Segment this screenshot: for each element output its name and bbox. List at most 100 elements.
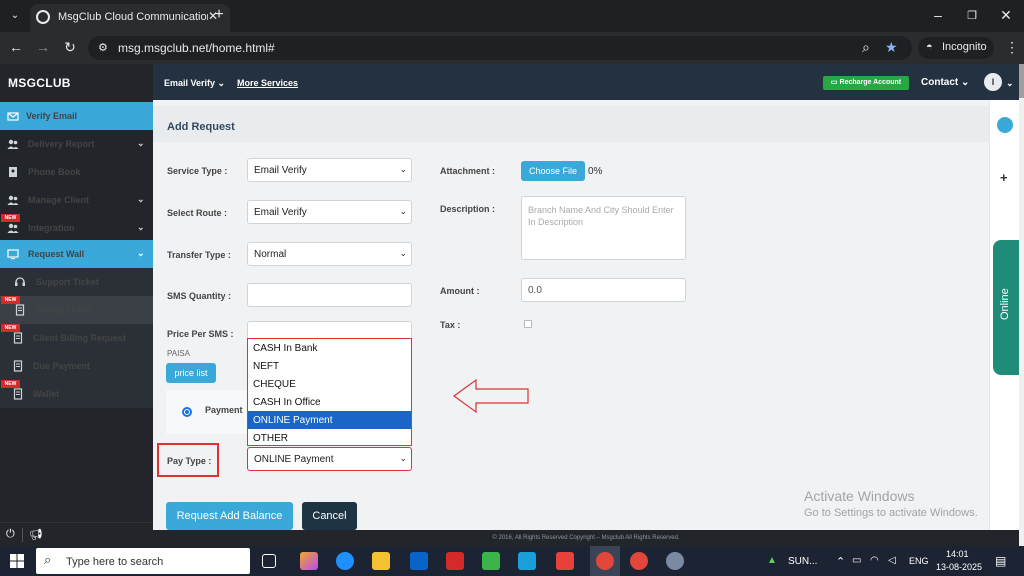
bookmark-star-icon[interactable]: ★ [885, 39, 898, 56]
megaphone-icon[interactable]: 📢︎ [29, 528, 43, 541]
sidebar-item-support-ticket[interactable]: Support Ticket [0, 268, 153, 296]
restore-icon[interactable]: ❐ [964, 9, 980, 23]
select-route-value: Email Verify [254, 207, 307, 218]
scrollbar-thumb[interactable] [1019, 64, 1024, 98]
online-chat-tab[interactable]: Online [993, 240, 1019, 375]
sidebar-item-label: Client Billing Request [33, 333, 127, 343]
choose-file-button[interactable]: Choose File [521, 161, 585, 181]
pay-type-option-selected[interactable]: ONLINE Payment [248, 411, 411, 429]
chevron-down-icon[interactable]: ⌄ [1006, 78, 1014, 89]
select-route-label: Select Route : [167, 208, 228, 218]
envelope-icon [7, 112, 19, 121]
browser-tab[interactable]: MsgClub Cloud Communication ✕ [30, 4, 230, 32]
recharge-account-button[interactable]: ▭ Recharge Account [823, 76, 909, 90]
select-route-select[interactable]: Email Verify ⌄ [247, 200, 412, 224]
amount-value: 0.0 [528, 285, 542, 296]
new-badge: NEW [1, 380, 20, 388]
app-icon[interactable] [518, 552, 536, 570]
back-icon[interactable]: ← [8, 40, 24, 54]
zoom-icon[interactable]: ⌕ [862, 39, 870, 56]
notifications-icon[interactable]: ▤ [995, 554, 1006, 568]
sidebar-item-due-payment[interactable]: Due Payment [0, 352, 153, 380]
amount-label: Amount : [440, 286, 480, 296]
avatar[interactable]: I [984, 73, 1002, 91]
sidebar-item-integration[interactable]: NEW Integration ⌄ [0, 214, 153, 242]
service-type-select[interactable]: Email Verify ⌄ [247, 158, 412, 182]
chrome-icon[interactable] [596, 552, 614, 570]
sms-quantity-input[interactable] [247, 283, 412, 307]
sidebar-item-wallet[interactable]: NEW Wallet [0, 380, 153, 408]
chevron-up-icon[interactable]: ⌃ [836, 555, 845, 568]
pay-type-option[interactable]: NEFT [248, 357, 411, 375]
file-explorer-icon[interactable] [372, 552, 390, 570]
payment-radio[interactable] [182, 407, 192, 417]
clock-date[interactable]: 13-08-2025 [936, 562, 982, 572]
sidebar-item-label: Billing Ticket [36, 305, 92, 315]
taskbar-search[interactable]: ⌕ Type here to search [36, 548, 250, 574]
minimize-icon[interactable]: – [930, 8, 946, 22]
nav-contact[interactable]: Contact ⌄ [921, 77, 969, 88]
nav-email-verify[interactable]: Email Verify ⌄ [164, 78, 225, 89]
amount-input[interactable]: 0.0 [521, 278, 686, 302]
calendar-icon[interactable] [997, 117, 1013, 133]
taskbar-search-placeholder: Type here to search [66, 556, 164, 568]
pay-type-option[interactable]: CASH In Office [248, 393, 411, 411]
wifi-icon[interactable]: ◠ [870, 555, 879, 566]
browser-menu-icon[interactable]: ⋮ [1004, 40, 1020, 54]
copilot-icon[interactable] [300, 552, 318, 570]
chrome-icon[interactable] [630, 552, 648, 570]
address-bar[interactable]: ⚙ msg.msgclub.net/home.html# ⌕ ★ [88, 36, 912, 60]
brand-logo: MSGCLUB [8, 76, 71, 90]
weather-label[interactable]: SUN... [788, 556, 817, 567]
app-icon[interactable] [666, 552, 684, 570]
transfer-type-select[interactable]: Normal ⌄ [247, 242, 412, 266]
windows-start-icon[interactable] [10, 554, 24, 568]
notes-icon[interactable] [482, 552, 500, 570]
site-info-icon[interactable]: ⚙ [98, 41, 108, 54]
anydesk-icon[interactable] [556, 552, 574, 570]
tax-checkbox[interactable] [524, 320, 532, 328]
task-view-icon[interactable] [262, 554, 276, 568]
pay-type-select[interactable]: ONLINE Payment ⌄ [247, 447, 412, 471]
plus-icon[interactable]: + [1000, 170, 1008, 185]
edge-icon[interactable] [336, 552, 354, 570]
pay-type-option[interactable]: CHEQUE [248, 375, 411, 393]
tab-search-icon[interactable]: ⌄ [7, 9, 23, 23]
request-add-balance-button[interactable]: Request Add Balance [166, 502, 293, 530]
cancel-button[interactable]: Cancel [302, 502, 357, 530]
network-icon[interactable]: ▭ [852, 555, 861, 566]
incognito-indicator[interactable]: ◓ Incognito [918, 37, 994, 59]
description-textarea[interactable]: Branch Name And City Should Enter In Des… [521, 196, 686, 260]
pay-type-option[interactable]: CASH In Bank [248, 339, 411, 357]
option-label: CASH In Office [253, 397, 321, 408]
sidebar-item-billing-ticket[interactable]: NEW Billing Ticket [0, 296, 153, 324]
language-indicator[interactable]: ENG [909, 556, 929, 566]
power-icon[interactable]: ⏻ [6, 528, 15, 541]
nav-more-services[interactable]: More Services [237, 78, 298, 88]
option-label: NEFT [253, 361, 280, 372]
pay-type-option[interactable]: OTHER [248, 429, 411, 447]
outlook-icon[interactable] [410, 552, 428, 570]
wps-icon[interactable] [446, 552, 464, 570]
sidebar-item-manage-client[interactable]: Manage Client ⌄ [0, 186, 153, 214]
sidebar-item-phone-book[interactable]: Phone Book [0, 158, 153, 186]
sidebar-item-client-billing-request[interactable]: NEW Client Billing Request [0, 324, 153, 352]
clock-time[interactable]: 14:01 [946, 549, 969, 559]
sms-quantity-label: SMS Quantity : [167, 291, 232, 301]
sidebar-item-verify-email[interactable]: Verify Email [0, 102, 153, 130]
new-tab-icon[interactable]: + [211, 7, 227, 23]
windows-taskbar: ⌕ Type here to search ▲ SUN... ⌃ ▭ ◠ ◁ E… [0, 546, 1024, 576]
option-label: OTHER [253, 433, 288, 444]
service-type-label: Service Type : [167, 166, 228, 176]
volume-icon[interactable]: ◁ [888, 555, 896, 566]
forward-icon[interactable]: → [35, 40, 51, 54]
reload-icon[interactable]: ↻ [62, 40, 78, 54]
pay-type-value: ONLINE Payment [254, 454, 334, 465]
sidebar-item-delivery-report[interactable]: Delivery Report ⌄ [0, 130, 153, 158]
radio-dot [185, 410, 189, 414]
price-list-button[interactable]: price list [166, 363, 216, 383]
sidebar-item-request-wall[interactable]: Request Wall ⌄ [0, 240, 153, 268]
price-per-sms-label: Price Per SMS : [167, 329, 234, 339]
scrollbar[interactable] [1019, 64, 1024, 546]
close-window-icon[interactable]: ✕ [998, 8, 1014, 22]
